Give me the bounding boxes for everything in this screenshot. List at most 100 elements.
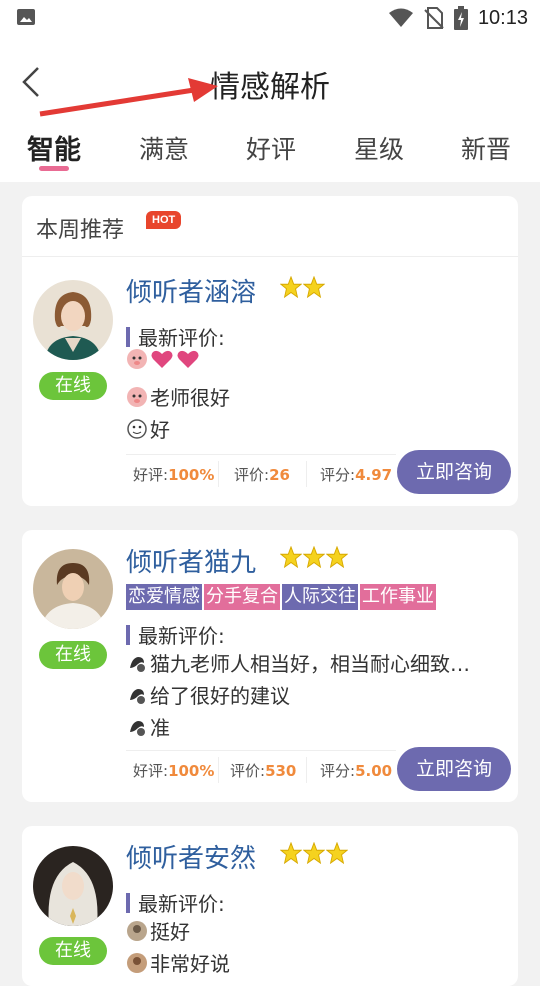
latest-reviews-text: 最新评价: (138, 326, 225, 350)
review-text: 非常好说 (150, 952, 230, 976)
review-text: 挺好 (150, 920, 190, 944)
battery-charging-icon (453, 6, 468, 30)
hot-badge: HOT (146, 211, 182, 229)
specialty-tag[interactable]: 工作事业 (360, 584, 436, 610)
avatar[interactable] (33, 846, 113, 926)
star-icon (303, 276, 325, 298)
online-badge: 在线 (39, 937, 107, 965)
review-item: 老师很好 (126, 382, 230, 411)
stat-value: 100% (168, 466, 215, 484)
online-badge: 在线 (39, 372, 107, 400)
star-icon (303, 842, 325, 864)
latest-reviews-label: 最新评价: (126, 322, 225, 351)
star-icon (280, 276, 302, 298)
stats-row: 好评:100% 评价:530 评分:5.00 (126, 750, 396, 786)
online-badge: 在线 (39, 641, 107, 669)
wifi-icon (388, 8, 413, 27)
star-rating (280, 546, 348, 568)
latest-reviews-label: 最新评价: (126, 620, 225, 649)
star-icon (280, 546, 302, 568)
tab-satisfied[interactable]: 满意 (139, 130, 189, 166)
specialty-tag[interactable]: 人际交往 (282, 584, 358, 610)
stat-label: 评分: (320, 762, 356, 780)
star-icon (326, 842, 348, 864)
stat-label: 评价: (234, 466, 270, 484)
review-text: 好 (150, 418, 170, 442)
review-count-stat: 评价:530 (230, 760, 296, 781)
review-item: 准 (126, 712, 170, 741)
reviewer-avatar (127, 349, 147, 369)
stats-row: 好评:100% 评价:26 评分:4.97 (126, 454, 396, 490)
review-text: 老师很好 (150, 386, 230, 410)
review-item: 好 (126, 414, 170, 443)
counselor-name[interactable]: 倾听者涵溶 (126, 272, 256, 309)
reviewer-avatar (127, 652, 147, 673)
divider (22, 256, 518, 257)
latest-reviews-label: 最新评价: (126, 888, 225, 917)
stat-label: 好评: (133, 466, 169, 484)
good-rate-stat: 好评:100% (133, 760, 214, 781)
label-bar (126, 326, 130, 347)
stat-value: 530 (265, 762, 297, 780)
stat-label: 好评: (133, 762, 169, 780)
star-icon (326, 546, 348, 568)
review-item: 非常好说 (126, 948, 230, 977)
review-item: 猫九老师人相当好，相当耐心细致… (126, 648, 470, 677)
stat-separator (218, 461, 219, 487)
specialty-tag[interactable]: 分手复合 (204, 584, 280, 610)
counselor-card: 在线 倾听者猫九 恋爱情感 分手复合 人际交往 工作事业 最新评价: 猫九老师人… (22, 530, 518, 802)
stat-value: 4.97 (355, 466, 393, 484)
star-rating (280, 276, 325, 298)
star-icon (303, 546, 325, 568)
tab-star-level[interactable]: 星级 (354, 130, 404, 166)
specialty-tag[interactable]: 恋爱情感 (126, 584, 202, 610)
active-tab-indicator (39, 166, 69, 171)
status-bar: 10:13 (0, 0, 540, 36)
stat-separator (306, 757, 307, 783)
review-count-stat: 评价:26 (234, 464, 290, 485)
section-title: 本周推荐 (36, 218, 125, 243)
review-text: 猫九老师人相当好，相当耐心细致… (150, 652, 470, 676)
counselor-name[interactable]: 倾听者猫九 (126, 542, 256, 579)
stat-separator (218, 757, 219, 783)
no-sim-icon (424, 7, 444, 29)
review-item (126, 348, 202, 370)
weekly-recommend-card: 本周推荐 HOT 在线 倾听者涵溶 最新评价: 老师很好 好 好评:100% 评… (22, 196, 518, 506)
tab-smart[interactable]: 智能 (27, 128, 81, 167)
app-header: 情感解析 智能 满意 好评 星级 新晋 (0, 36, 540, 182)
counselor-card: 在线 倾听者安然 最新评价: 挺好 非常好说 (22, 826, 518, 986)
consult-button[interactable]: 立即咨询 (397, 747, 511, 791)
review-item: 挺好 (126, 916, 190, 945)
stat-value: 5.00 (355, 762, 393, 780)
avatar[interactable] (33, 280, 113, 360)
consult-button[interactable]: 立即咨询 (397, 450, 511, 494)
reviewer-avatar (127, 716, 147, 737)
latest-reviews-text: 最新评价: (138, 892, 225, 916)
stat-label: 评分: (320, 466, 356, 484)
score-stat: 评分:4.97 (320, 464, 392, 485)
stat-value: 100% (168, 762, 215, 780)
image-notification-icon (17, 9, 35, 25)
status-time: 10:13 (477, 6, 528, 29)
review-item: 给了很好的建议 (126, 680, 290, 709)
avatar[interactable] (33, 549, 113, 629)
star-rating (280, 842, 348, 864)
heart-icon (177, 350, 199, 368)
latest-reviews-text: 最新评价: (138, 624, 225, 648)
counselor-name[interactable]: 倾听者安然 (126, 838, 256, 875)
reviewer-avatar (127, 386, 147, 407)
tab-newcomers[interactable]: 新晋 (461, 130, 511, 166)
stat-label: 评价: (230, 762, 266, 780)
reviewer-avatar (127, 952, 147, 973)
category-tabs: 智能 满意 好评 星级 新晋 (0, 126, 540, 176)
star-icon (280, 842, 302, 864)
good-rate-stat: 好评:100% (133, 464, 214, 485)
reviewer-avatar (127, 418, 147, 439)
label-bar (126, 624, 130, 645)
stat-value: 26 (269, 466, 290, 484)
tab-good-reviews[interactable]: 好评 (246, 130, 296, 166)
review-text: 给了很好的建议 (150, 684, 290, 708)
heart-icon (151, 350, 173, 368)
reviewer-avatar (127, 684, 147, 705)
stat-separator (306, 461, 307, 487)
